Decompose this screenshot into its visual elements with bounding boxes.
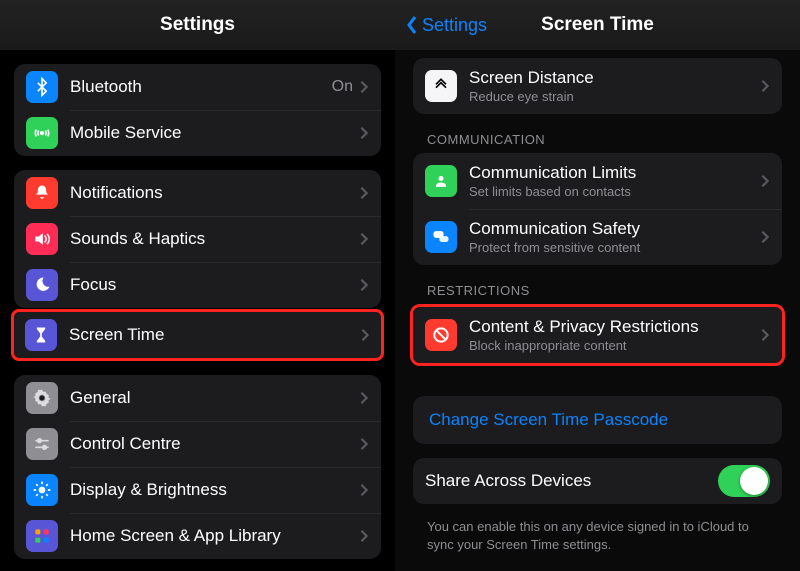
row-label: Sounds & Haptics	[70, 229, 359, 249]
back-label: Settings	[422, 0, 487, 50]
chat-bubbles-icon	[425, 221, 457, 253]
chevron-right-icon	[359, 278, 369, 292]
gear-icon	[26, 382, 58, 414]
hourglass-icon	[25, 319, 57, 351]
group-change-passcode: Change Screen Time Passcode	[413, 396, 782, 444]
row-home-screen[interactable]: Home Screen & App Library	[14, 513, 381, 559]
antenna-icon	[26, 117, 58, 149]
row-communication-safety[interactable]: Communication Safety Protect from sensit…	[413, 209, 782, 265]
share-toggle[interactable]	[718, 465, 770, 497]
row-title: Screen Distance	[469, 68, 760, 88]
row-subtitle: Reduce eye strain	[469, 89, 760, 105]
distance-icon	[425, 70, 457, 102]
person-bubble-icon	[425, 165, 457, 197]
row-label: Screen Time	[69, 325, 360, 345]
app-grid-icon	[26, 520, 58, 552]
chevron-right-icon	[760, 230, 770, 244]
row-general[interactable]: General	[14, 375, 381, 421]
screen-time-title: Screen Time	[541, 14, 654, 35]
chevron-left-icon	[405, 15, 419, 35]
chevron-right-icon	[760, 79, 770, 93]
share-footer-note: You can enable this on any device signed…	[427, 518, 772, 553]
moon-icon	[26, 269, 58, 301]
row-label: General	[70, 388, 359, 408]
group-screen-distance: Screen Distance Reduce eye strain	[413, 58, 782, 114]
row-label: Bluetooth	[70, 77, 332, 97]
settings-group-general: General Control Centre Display & Brightn…	[14, 375, 381, 559]
chevron-right-icon	[359, 80, 369, 94]
settings-group-connectivity: Bluetooth On Mobile Service	[14, 64, 381, 156]
row-value: On	[332, 78, 353, 96]
row-subtitle: Block inappropriate content	[469, 338, 760, 354]
speaker-icon	[26, 223, 58, 255]
row-title: Communication Safety	[469, 219, 760, 239]
chevron-right-icon	[359, 391, 369, 405]
row-focus[interactable]: Focus	[14, 262, 381, 308]
row-control-centre[interactable]: Control Centre	[14, 421, 381, 467]
row-title: Content & Privacy Restrictions	[469, 317, 760, 337]
chevron-right-icon	[360, 328, 370, 342]
row-communication-limits[interactable]: Communication Limits Set limits based on…	[413, 153, 782, 209]
row-content-privacy-restrictions[interactable]: Content & Privacy Restrictions Block ina…	[413, 307, 782, 363]
back-button[interactable]: Settings	[405, 0, 487, 50]
row-screen-time[interactable]: Screen Time	[14, 312, 381, 358]
row-title: Share Across Devices	[425, 471, 718, 491]
section-restrictions: RESTRICTIONS	[427, 283, 800, 298]
sun-icon	[26, 474, 58, 506]
sliders-icon	[26, 428, 58, 460]
row-display-brightness[interactable]: Display & Brightness	[14, 467, 381, 513]
chevron-right-icon	[760, 328, 770, 342]
chevron-right-icon	[359, 437, 369, 451]
row-screen-distance[interactable]: Screen Distance Reduce eye strain	[413, 58, 782, 114]
settings-group-sounds: Notifications Sounds & Haptics Focus	[14, 170, 381, 308]
row-label: Home Screen & App Library	[70, 526, 359, 546]
bell-icon	[26, 177, 58, 209]
chevron-right-icon	[359, 232, 369, 246]
screen-time-pane: Settings Screen Time Screen Distance Red…	[395, 0, 800, 571]
chevron-right-icon	[359, 529, 369, 543]
row-bluetooth[interactable]: Bluetooth On	[14, 64, 381, 110]
chevron-right-icon	[359, 483, 369, 497]
row-label: Notifications	[70, 183, 359, 203]
row-notifications[interactable]: Notifications	[14, 170, 381, 216]
chevron-right-icon	[359, 126, 369, 140]
row-mobile-service[interactable]: Mobile Service	[14, 110, 381, 156]
row-label: Control Centre	[70, 434, 359, 454]
chevron-right-icon	[760, 174, 770, 188]
settings-header: Settings	[0, 0, 395, 50]
row-label: Focus	[70, 275, 359, 295]
change-passcode-button[interactable]: Change Screen Time Passcode	[413, 396, 782, 444]
row-sounds-haptics[interactable]: Sounds & Haptics	[14, 216, 381, 262]
highlight-restrictions: Content & Privacy Restrictions Block ina…	[410, 304, 785, 366]
group-communication: Communication Limits Set limits based on…	[413, 153, 782, 265]
row-share-across-devices[interactable]: Share Across Devices	[413, 458, 782, 504]
highlight-screen-time: Screen Time	[11, 309, 384, 361]
row-subtitle: Set limits based on contacts	[469, 184, 760, 200]
row-subtitle: Protect from sensitive content	[469, 240, 760, 256]
bluetooth-icon	[26, 71, 58, 103]
row-label: Display & Brightness	[70, 480, 359, 500]
screen-time-header: Settings Screen Time	[395, 0, 800, 50]
row-label: Mobile Service	[70, 123, 359, 143]
group-share-devices: Share Across Devices	[413, 458, 782, 504]
section-communication: COMMUNICATION	[427, 132, 800, 147]
settings-pane: Settings Bluetooth On Mobile Service Not…	[0, 0, 395, 571]
chevron-right-icon	[359, 186, 369, 200]
row-title: Communication Limits	[469, 163, 760, 183]
no-entry-icon	[425, 319, 457, 351]
settings-title: Settings	[160, 14, 235, 35]
